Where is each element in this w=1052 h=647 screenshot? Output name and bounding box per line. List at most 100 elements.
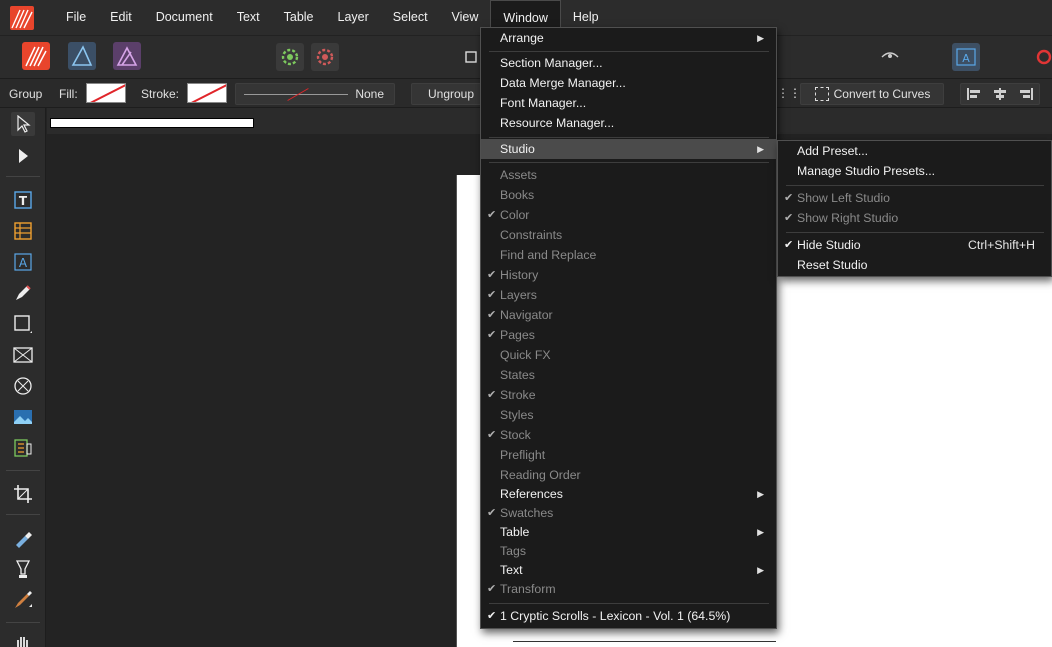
vector-crop-icon[interactable] <box>11 436 35 460</box>
menu-item-transform[interactable]: ✔ Transform <box>481 579 776 599</box>
menu-item-show-right-studio[interactable]: ✔ Show Right Studio <box>778 208 1051 228</box>
assistant-icon[interactable] <box>1028 43 1052 71</box>
menu-item-panel[interactable]: Styles <box>481 405 776 425</box>
pen-icon[interactable] <box>11 281 35 305</box>
menu-item-label: Show Right Studio <box>797 211 899 225</box>
color-picker-icon[interactable] <box>11 526 35 550</box>
menu-file[interactable]: File <box>54 0 98 35</box>
stroke-swatch[interactable] <box>187 83 227 103</box>
publisher-persona-icon[interactable] <box>22 42 50 70</box>
menu-item-panel[interactable]: ✔ Navigator <box>481 305 776 325</box>
convert-to-curves-label: Convert to Curves <box>833 87 931 101</box>
checkmark-icon: ✔ <box>487 209 497 221</box>
convert-to-curves-button[interactable]: Convert to Curves <box>800 83 944 105</box>
menu-item-arrange[interactable]: Arrange ▶ <box>481 28 776 48</box>
frame-text-icon[interactable]: T <box>11 188 35 212</box>
menu-item-swatches[interactable]: ✔ Swatches <box>481 503 776 523</box>
menu-item-label: References <box>500 487 563 501</box>
fill-label: Fill: <box>59 87 78 101</box>
menu-item-label: Hide Studio <box>797 238 861 252</box>
menu-item-panel[interactable]: Assets <box>481 165 776 185</box>
submenu-arrow-icon: ▶ <box>757 144 764 154</box>
text-frame-toggle-icon[interactable]: A <box>952 43 980 71</box>
fill-swatch[interactable] <box>86 83 126 103</box>
menu-item-panel[interactable]: ✔ Stroke <box>481 385 776 405</box>
table-icon[interactable] <box>11 219 35 243</box>
menu-item-panel[interactable]: Find and Replace <box>481 245 776 265</box>
ungroup-button[interactable]: Ungroup <box>411 83 491 105</box>
menu-item-panel[interactable]: Quick FX <box>481 345 776 365</box>
menu-item-label: Stroke <box>500 388 536 402</box>
menu-layer[interactable]: Layer <box>326 0 381 35</box>
menu-edit[interactable]: Edit <box>98 0 144 35</box>
node-icon[interactable] <box>11 144 35 168</box>
menu-item-text[interactable]: Text ▶ <box>481 560 776 580</box>
view-mode-icon[interactable] <box>460 43 478 71</box>
menu-item-resource-manager[interactable]: Resource Manager... <box>481 113 776 133</box>
menu-item-show-left-studio[interactable]: ✔ Show Left Studio <box>778 188 1051 208</box>
menu-item-open-document[interactable]: ✔ 1 Cryptic Scrolls - Lexicon - Vol. 1 (6… <box>481 606 776 626</box>
checkmark-icon: ✔ <box>487 289 497 301</box>
preview-eye-icon[interactable] <box>876 43 904 71</box>
menu-item-label: Pages <box>500 328 535 342</box>
menu-item-panel[interactable]: ✔ History <box>481 265 776 285</box>
menu-item-panel[interactable]: Books <box>481 185 776 205</box>
document-tab[interactable] <box>50 118 254 128</box>
move-icon[interactable] <box>11 112 35 136</box>
menu-item-manage-studio-presets[interactable]: Manage Studio Presets... <box>778 161 1051 181</box>
menu-item-section-manager[interactable]: Section Manager... <box>481 53 776 73</box>
menu-item-label: Swatches <box>500 506 554 520</box>
brush-icon[interactable] <box>11 588 35 612</box>
ellipse-icon[interactable] <box>11 374 35 398</box>
menu-select[interactable]: Select <box>381 0 440 35</box>
menu-separator <box>489 137 769 138</box>
submenu-arrow-icon: ▶ <box>757 33 764 43</box>
menu-item-panel[interactable]: Reading Order <box>481 465 776 485</box>
menu-item-label: States <box>500 368 535 382</box>
menu-item-label: Preflight <box>500 448 546 462</box>
tools-separator <box>6 176 40 177</box>
affinity-publisher-logo-icon[interactable] <box>10 5 34 30</box>
stroke-style-dropdown[interactable]: None <box>235 83 395 105</box>
menu-item-studio[interactable]: Studio ▶ <box>481 139 776 159</box>
snapping-gear-icon[interactable] <box>311 43 339 71</box>
crop-icon[interactable] <box>11 482 35 506</box>
menu-item-label: History <box>500 268 539 282</box>
menu-text[interactable]: Text <box>225 0 272 35</box>
preferences-gear-icon[interactable] <box>276 43 304 71</box>
menu-item-reset-studio[interactable]: Reset Studio <box>778 255 1051 275</box>
menu-item-font-manager[interactable]: Font Manager... <box>481 93 776 113</box>
fill-icon[interactable] <box>11 557 35 581</box>
hand-icon[interactable] <box>11 630 35 647</box>
menu-item-panel[interactable]: States <box>481 365 776 385</box>
picture-frame-icon[interactable] <box>11 343 35 367</box>
menu-document[interactable]: Document <box>144 0 225 35</box>
menu-item-panel[interactable]: Constraints <box>481 225 776 245</box>
menu-item-table[interactable]: Table ▶ <box>481 522 776 542</box>
menu-table[interactable]: Table <box>272 0 326 35</box>
menu-item-label: Tags <box>500 544 526 558</box>
menu-item-panel[interactable]: Preflight <box>481 445 776 465</box>
menu-item-panel[interactable]: ✔ Stock <box>481 425 776 445</box>
menu-item-label: Color <box>500 208 530 222</box>
artistic-text-icon[interactable]: A <box>11 250 35 274</box>
designer-persona-icon[interactable] <box>68 42 96 70</box>
menu-separator <box>489 162 769 163</box>
submenu-arrow-icon: ▶ <box>757 527 764 537</box>
page-rule <box>513 641 776 642</box>
menu-item-hide-studio[interactable]: ✔ Hide Studio Ctrl+Shift+H <box>778 235 1051 255</box>
menu-item-add-preset[interactable]: Add Preset... <box>778 141 1051 161</box>
rectangle-icon[interactable] <box>11 312 35 336</box>
menu-item-panel[interactable]: ✔ Layers <box>481 285 776 305</box>
menu-item-panel[interactable]: ✔ Color <box>481 205 776 225</box>
menu-item-label: Find and Replace <box>500 248 597 262</box>
photo-persona-icon[interactable] <box>113 42 141 70</box>
menu-item-label: Layers <box>500 288 537 302</box>
menu-item-data-merge-manager[interactable]: Data Merge Manager... <box>481 73 776 93</box>
menu-item-panel[interactable]: ✔ Pages <box>481 325 776 345</box>
menu-item-tags[interactable]: Tags <box>481 541 776 561</box>
menu-item-label: Books <box>500 188 535 202</box>
grid-icon[interactable]: ⋮⋮ <box>777 83 801 105</box>
menu-item-references[interactable]: References ▶ <box>481 484 776 504</box>
place-image-icon[interactable] <box>11 405 35 429</box>
